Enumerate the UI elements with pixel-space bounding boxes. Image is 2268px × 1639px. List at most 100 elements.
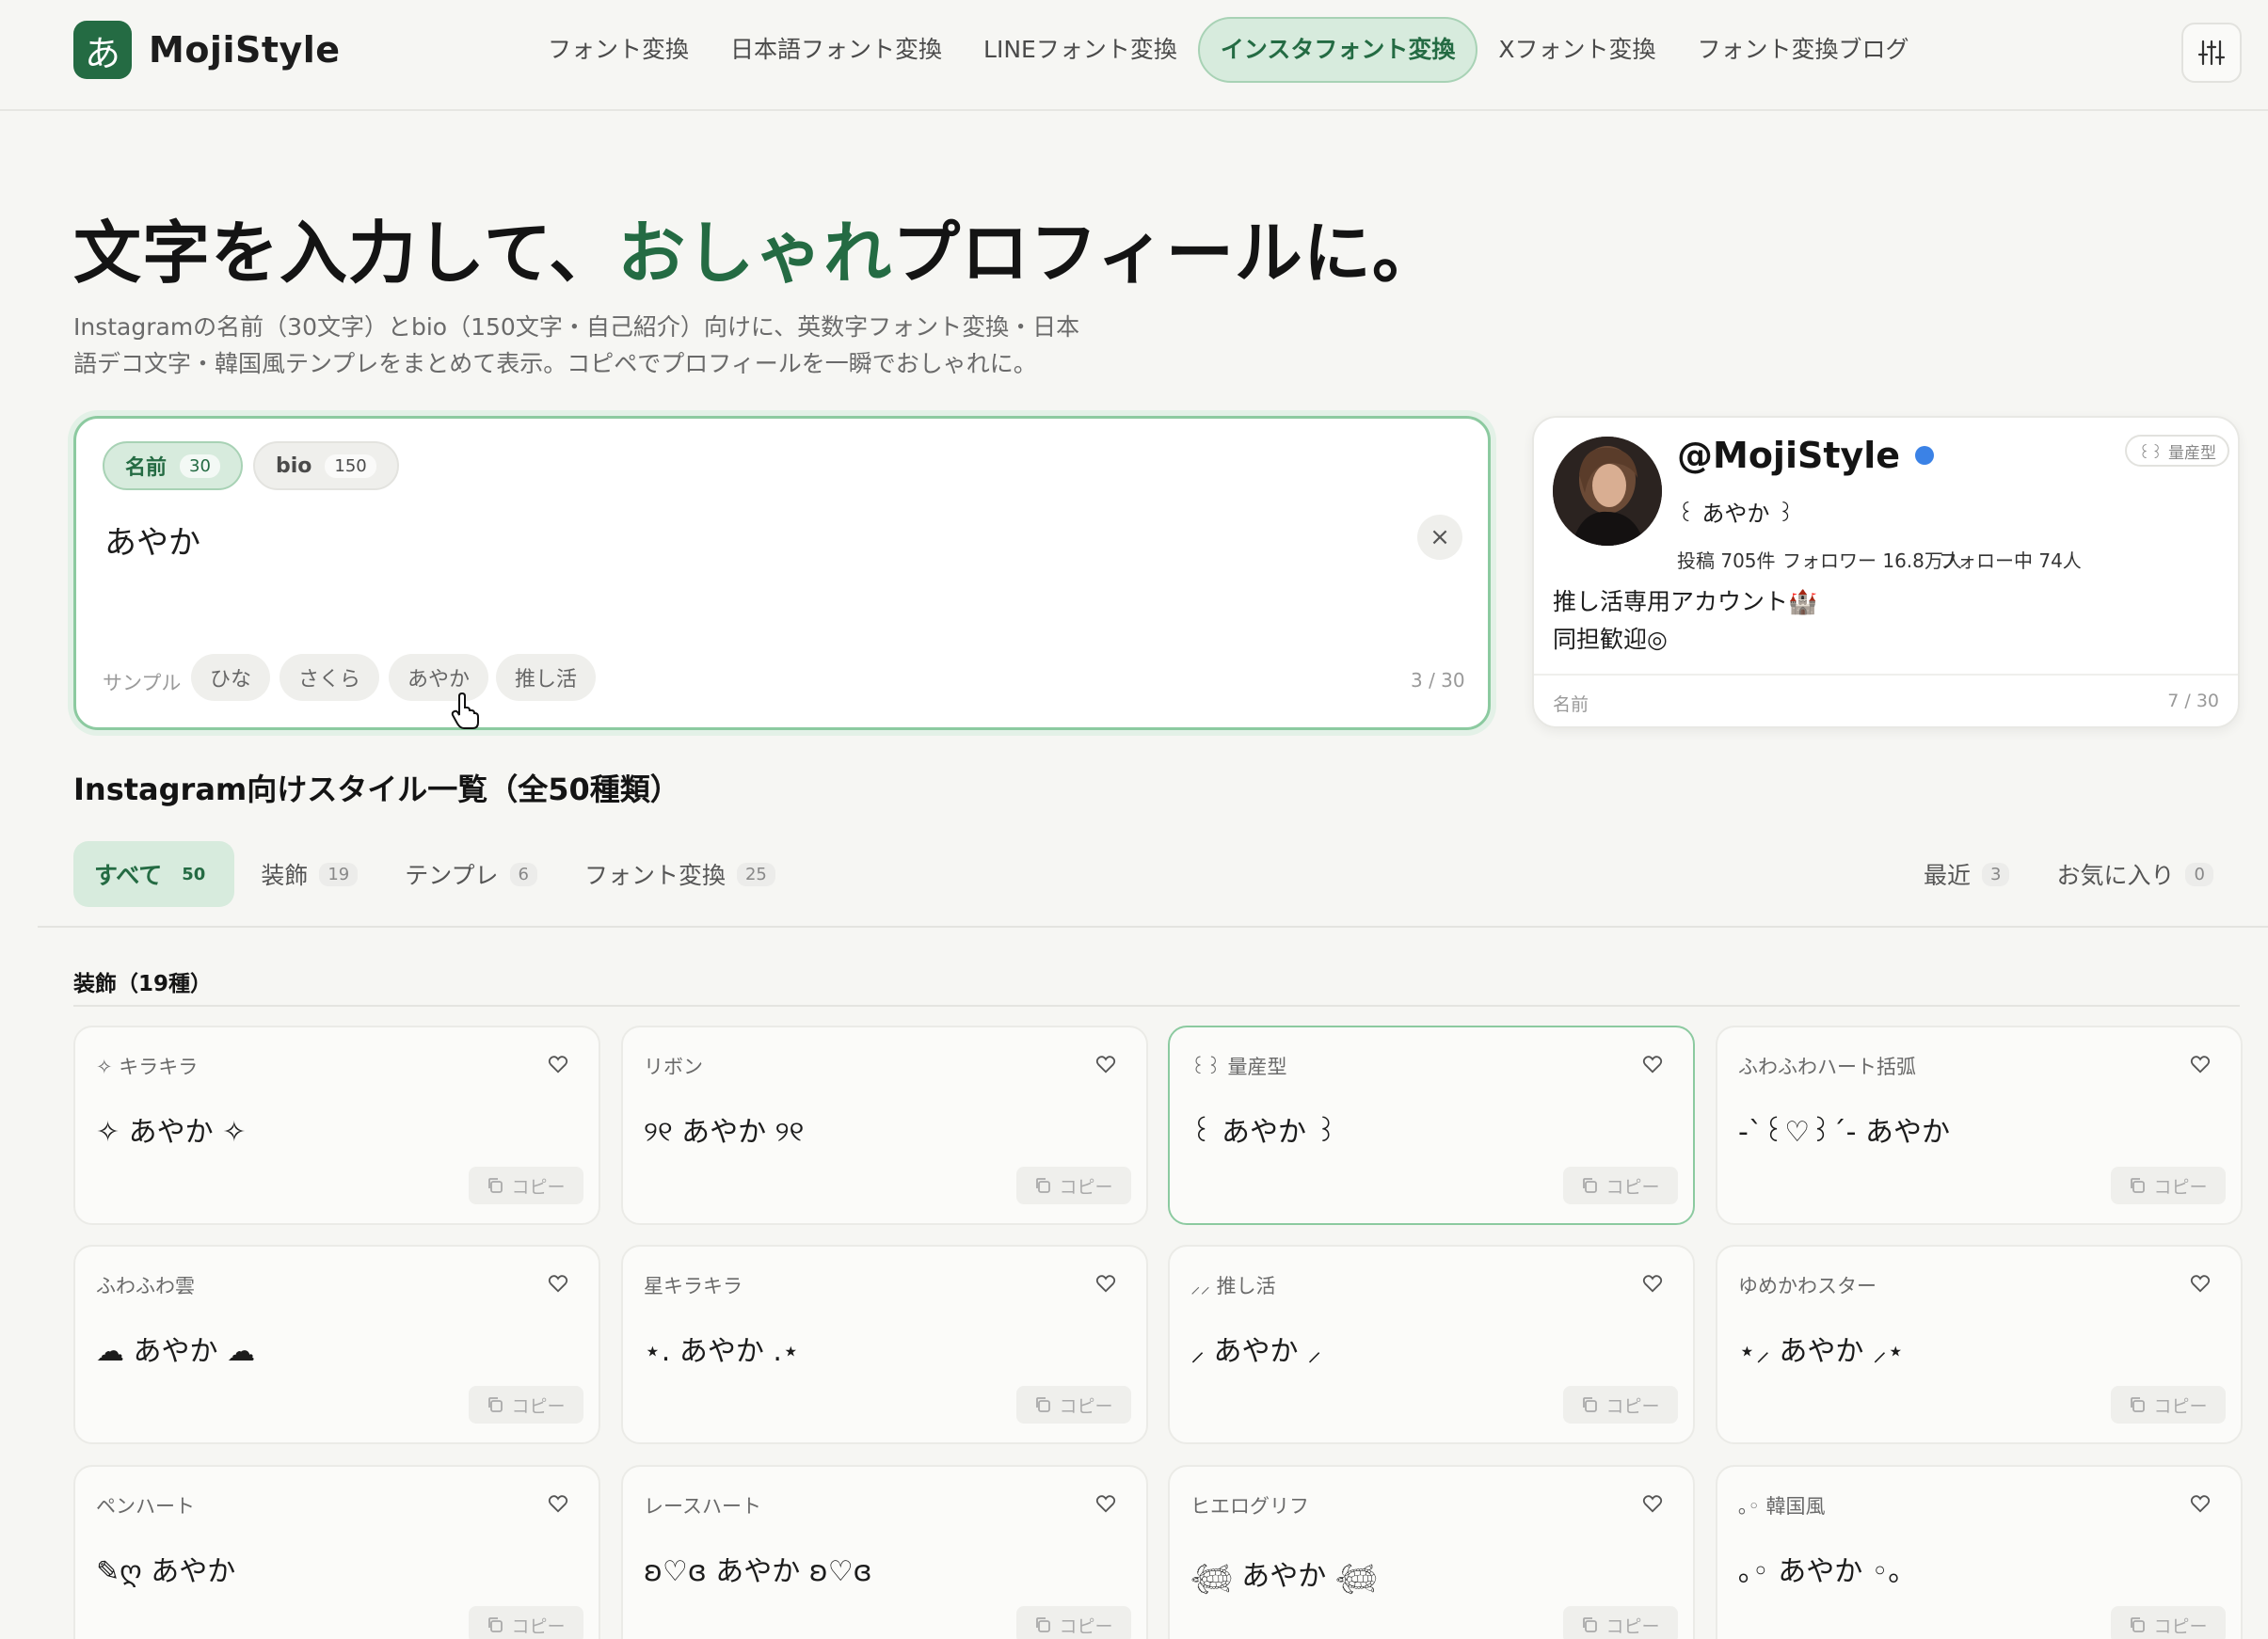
style-card-value: ⸝ あやか ⸝: [1190, 1335, 1322, 1368]
profile-preview: @MojiStyle ꒰꒱ 量産型 ꒰ あやか ꒱ 投稿 705件 フォロワー …: [1532, 416, 2240, 728]
heart-icon[interactable]: [548, 1493, 568, 1514]
stat-following: フォロー中 74人: [1939, 549, 2082, 572]
copy-button[interactable]: コピー: [1563, 1606, 1678, 1639]
style-card[interactable]: ｡◦ 韓国風 ｡◦ あやか ◦｡ コピー: [1716, 1465, 2243, 1639]
tab-name-count: 30: [180, 454, 220, 478]
copy-button[interactable]: コピー: [2111, 1386, 2226, 1424]
copy-label: コピー: [1059, 1615, 1113, 1637]
heart-icon[interactable]: [1095, 1054, 1116, 1074]
copy-icon: [1036, 1178, 1051, 1193]
sample-chip[interactable]: ひな: [191, 654, 271, 701]
copy-label: コピー: [2153, 1176, 2208, 1198]
tab-count: 6: [509, 862, 537, 886]
copy-button[interactable]: コピー: [2111, 1606, 2226, 1639]
text-editor: 名前 30 bio 150 あやか × サンプル ひな さくら あやか 推し活 3 …: [73, 416, 1491, 730]
logo[interactable]: あ MojiStyle: [73, 21, 341, 79]
profile-name: ꒰ あやか ꒱: [1677, 501, 1795, 527]
style-card-title: ヒエログリフ: [1190, 1495, 1309, 1518]
style-card[interactable]: 星キラキラ ⋆. あやか .⋆ コピー: [621, 1245, 1148, 1444]
style-card[interactable]: レースハート ʚ♡ɞ あやか ʚ♡ɞ コピー: [621, 1465, 1148, 1639]
style-card[interactable]: ペンハート ✎ღ あやか コピー: [73, 1465, 600, 1639]
nav-japanese-font[interactable]: 日本語フォント変換: [710, 17, 963, 83]
nav-insta-font[interactable]: インスタフォント変換: [1197, 17, 1478, 83]
copy-button[interactable]: コピー: [1016, 1167, 1131, 1204]
style-card[interactable]: ふわふわ雲 ☁ あやか ☁ コピー: [73, 1245, 600, 1444]
tab-label: 最近: [1924, 862, 1972, 889]
copy-label: コピー: [2153, 1395, 2208, 1417]
site-header: あ MojiStyle フォント変換 日本語フォント変換 LINEフォント変換 …: [0, 0, 2268, 111]
nav-blog[interactable]: フォント変換ブログ: [1677, 17, 1930, 83]
tab-name[interactable]: 名前 30: [103, 441, 243, 490]
heart-icon[interactable]: [548, 1273, 568, 1294]
style-card[interactable]: ⸝⸝ 推し活 ⸝ あやか ⸝ コピー: [1168, 1245, 1695, 1444]
style-card[interactable]: ꒰꒱ 量産型 ꒰ あやか ꒱ コピー: [1168, 1026, 1695, 1225]
copy-button[interactable]: コピー: [469, 1167, 583, 1204]
heart-icon[interactable]: [1095, 1273, 1116, 1294]
style-card[interactable]: ✧ キラキラ ✧ あやか ✧ コピー: [73, 1026, 600, 1225]
copy-button[interactable]: コピー: [469, 1386, 583, 1424]
copy-icon: [1036, 1397, 1051, 1412]
stat-posts: 投稿 705件: [1677, 549, 1776, 572]
preview-footer-count: 7 / 30: [2167, 691, 2219, 711]
copy-button[interactable]: コピー: [1563, 1386, 1678, 1424]
nav-line-font[interactable]: LINEフォント変換: [963, 17, 1198, 83]
copy-button[interactable]: コピー: [1016, 1386, 1131, 1424]
copy-icon: [1036, 1617, 1051, 1632]
close-icon: ×: [1429, 523, 1450, 551]
copy-label: コピー: [2153, 1615, 2208, 1637]
clear-button[interactable]: ×: [1417, 515, 1462, 560]
style-card[interactable]: リボン ୨୧ あやか ୨୧ コピー: [621, 1026, 1148, 1225]
style-card-title: ゆめかわスター: [1738, 1275, 1877, 1297]
style-card-value: ✧ あやか ✧: [96, 1116, 247, 1149]
tab-label: 装飾: [261, 862, 309, 889]
style-card-value: -`꒰♡꒱´- あやか: [1738, 1116, 1950, 1149]
style-card[interactable]: ゆめかわスター ⋆⸝ あやか ⸝⋆ コピー: [1716, 1245, 2243, 1444]
tab-all[interactable]: すべて 50: [73, 841, 235, 907]
copy-icon: [2131, 1397, 2146, 1412]
copy-label: コピー: [1605, 1395, 1660, 1417]
style-card[interactable]: ふわふわハート括弧 -`꒰♡꒱´- あやか コピー: [1716, 1026, 2243, 1225]
heart-icon[interactable]: [2190, 1493, 2211, 1514]
copy-button[interactable]: コピー: [469, 1606, 583, 1639]
copy-button[interactable]: コピー: [1563, 1167, 1678, 1204]
text-input[interactable]: あやか: [104, 517, 200, 563]
style-card-value: ꒰ あやか ꒱: [1190, 1116, 1337, 1149]
nav-x-font[interactable]: Xフォント変換: [1477, 17, 1676, 83]
heart-icon[interactable]: [1642, 1054, 1663, 1074]
tab-count: 25: [736, 862, 775, 886]
copy-button[interactable]: コピー: [2111, 1167, 2226, 1204]
tab-bio[interactable]: bio 150: [253, 441, 399, 490]
tab-label: すべて: [94, 862, 163, 889]
tab-template[interactable]: テンプレ 6: [384, 841, 558, 907]
settings-button[interactable]: [2181, 23, 2242, 83]
tab-favorites[interactable]: お気に入り 0: [2036, 841, 2233, 907]
copy-icon: [1583, 1397, 1598, 1412]
tab-font-convert[interactable]: フォント変換 25: [564, 841, 796, 907]
copy-label: コピー: [1605, 1615, 1660, 1637]
subtitle-line: Instagramの名前（30文字）とbio（150文字・自己紹介）向けに、英数…: [73, 313, 1080, 341]
bio-line: 同担歓迎◎: [1553, 626, 1668, 653]
tab-label: テンプレ: [405, 862, 499, 889]
page-title: 文字を入力して、おしゃれプロフィールに。: [73, 198, 1441, 296]
heart-icon[interactable]: [2190, 1273, 2211, 1294]
style-card-value: 𓆉 あやか 𓆉: [1190, 1560, 1378, 1593]
style-card-value: ʚ♡ɞ あやか ʚ♡ɞ: [644, 1555, 872, 1588]
copy-label: コピー: [511, 1395, 566, 1417]
style-card-value: ୨୧ あやか ୨୧: [644, 1116, 805, 1149]
sample-chip[interactable]: 推し活: [496, 654, 597, 701]
heart-icon[interactable]: [2190, 1054, 2211, 1074]
copy-button[interactable]: コピー: [1016, 1606, 1131, 1639]
style-card-title: ｡◦ 韓国風: [1738, 1495, 1826, 1518]
heart-icon[interactable]: [1095, 1493, 1116, 1514]
tab-decoration[interactable]: 装飾 19: [240, 841, 378, 907]
heart-icon[interactable]: [1642, 1493, 1663, 1514]
heart-icon[interactable]: [548, 1054, 568, 1074]
sample-chip[interactable]: さくら: [280, 654, 380, 701]
style-card[interactable]: ヒエログリフ 𓆉 あやか 𓆉 コピー: [1168, 1465, 1695, 1639]
stat-followers: フォロワー 16.8万人: [1782, 549, 1962, 572]
tab-recent[interactable]: 最近 3: [1903, 841, 2030, 907]
subtitle-line: 語デコ文字・韓国風テンプレをまとめて表示。コピペでプロフィールを一瞬でおしゃれに…: [73, 350, 1037, 377]
tab-count: 50: [182, 864, 206, 884]
nav-font-convert[interactable]: フォント変換: [527, 17, 710, 83]
heart-icon[interactable]: [1642, 1273, 1663, 1294]
